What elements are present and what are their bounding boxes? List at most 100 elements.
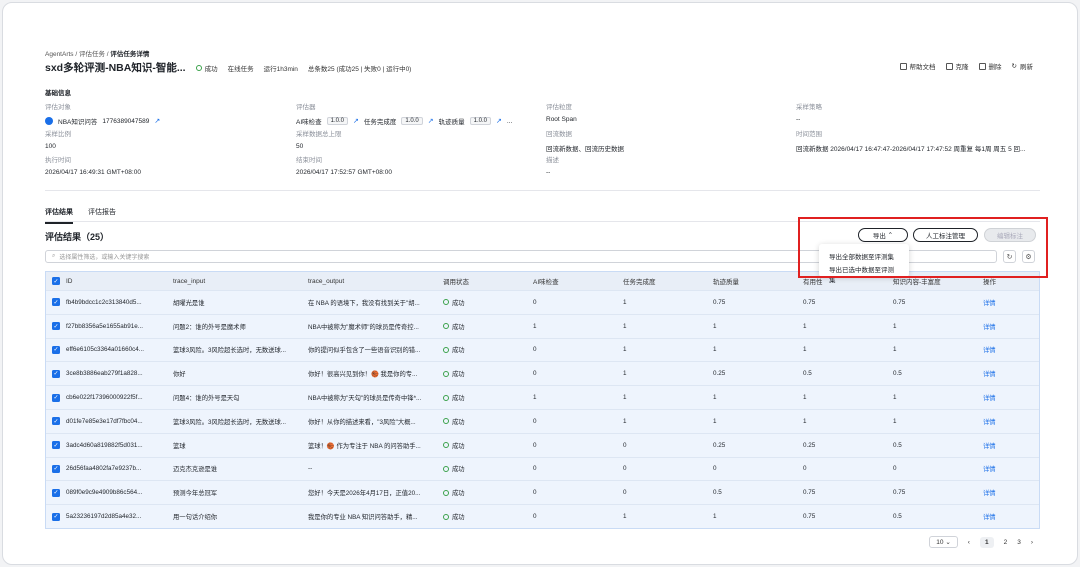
cell-id: 3ce8b3886eab279f1a828... [66,370,143,378]
cell-score: 1 [623,417,627,425]
cell-trace-input: 预测今年总冠军 [173,490,218,498]
breadcrumb-item[interactable]: 评估任务 [79,51,105,58]
breadcrumb-current: 评估任务详情 [110,51,150,58]
table-row[interactable]: ✓ 26d56faa4802fa7e9237b... 迈克杰克逊是谁 -- 成功 0 0 0 0… [46,456,1039,481]
info-granularity: 评估粒度 Root Span [546,104,577,123]
detail-link[interactable]: 详情 [977,417,1031,426]
results-title: 评估结果（25） [45,232,110,242]
success-icon [443,442,449,449]
clone-button[interactable]: 克隆 [945,61,969,71]
cell-score: 0.5 [713,489,722,497]
cell-score: 1 [713,394,717,402]
detail-link[interactable]: 详情 [977,322,1031,331]
prev-page-button[interactable]: ‹ [968,539,970,546]
page-3-button[interactable]: 3 [1017,539,1021,546]
cell-trace-input: 问题2：谁的外号是魔术师 [173,323,246,331]
detail-link[interactable]: 详情 [977,441,1031,450]
select-all-checkbox[interactable]: ✓ [52,277,60,285]
page-size-select[interactable]: 10 ⌄ [929,536,958,548]
page-2-button[interactable]: 2 [1004,539,1008,546]
success-icon [443,418,449,425]
section-title: 基础信息 [45,90,71,97]
help-doc-button[interactable]: 帮助文档 [899,61,936,71]
cell-score: 1 [623,513,627,521]
table-row[interactable]: ✓ 089f0e9c9e4909b86c564... 预测今年总冠军 您好！今天是20… [46,480,1039,505]
cell-score: 1 [713,346,717,354]
next-page-button[interactable]: › [1031,539,1033,546]
cell-score: 0 [533,298,537,306]
table-row[interactable]: ✓ cb6e022f17396000922f5f... 问题4：谁的外号是天勾 NBA… [46,385,1039,409]
external-link-icon[interactable]: ↗ [353,117,359,125]
external-link-icon[interactable]: ↗ [428,117,434,125]
cell-score: 0 [533,513,537,521]
cell-trace-output: -- [308,465,313,473]
cell-trace-output: 您好！今天是2026年4月17日，正值20... [308,490,421,498]
cell-score: 0.5 [893,370,902,378]
cell-id: fb4b9bdcc1c2c313840d5... [66,298,142,306]
column-header: trace_input [173,277,206,285]
results-table: ✓ ID trace_input trace_output 调用状态 AI味检查 … [45,271,1040,529]
table-row[interactable]: ✓ d01fe7e85e3e17df7fbc04... 篮球3风险。3风险超长选时，… [46,408,1039,433]
cell-score: 0 [533,489,537,497]
cell-status: 成功 [437,322,527,331]
info-backflow: 回流数据 回流新数据、回流历史数据 [546,131,624,153]
row-checkbox[interactable]: ✓ [52,441,60,450]
cell-status: 成功 [437,464,527,473]
cell-score: 0 [893,465,897,473]
row-checkbox[interactable]: ✓ [52,393,60,402]
detail-link[interactable]: 详情 [977,464,1031,473]
cell-trace-output: 你好！很高兴见到你！🏀 我是你的专... [308,371,418,379]
cell-score: 1 [803,322,807,330]
table-row[interactable]: ✓ 5a23236197d2d85a4e32... 用一句话介绍你 我是你的专业 NB… [46,504,1039,528]
row-checkbox[interactable]: ✓ [52,322,60,331]
cell-score: 0 [533,441,537,449]
detail-link[interactable]: 详情 [977,345,1031,354]
detail-link[interactable]: 详情 [977,369,1031,378]
column-header: 调用状态 [443,279,469,286]
table-row[interactable]: ✓ eff6e6105c3364a01660c4... 篮球3风险。3风险超长选时，… [46,337,1039,362]
cell-status: 成功 [437,393,527,402]
search-icon: ⌕ [52,253,56,259]
table-row[interactable]: ✓ 3ce8b3886eab279f1a828... 你好 你好！很高兴见到你！🏀 我… [46,361,1039,386]
cell-id: 26d56faa4802fa7e9237b... [66,465,142,473]
breadcrumb-item[interactable]: AgentArts [45,51,74,58]
row-checkbox[interactable]: ✓ [52,512,60,521]
cell-score: 0.75 [803,513,816,521]
cell-score: 1 [893,322,897,330]
info-sampling-strategy: 采样策略 -- [796,104,822,123]
delete-button[interactable]: 删除 [978,61,1002,71]
table-row[interactable]: ✓ f27bb8356a5e1655ab91e... 问题2：谁的外号是魔术师 NBA… [46,313,1039,338]
refresh-button[interactable]: ↻ 刷新 [1012,61,1033,71]
row-checkbox[interactable]: ✓ [52,369,60,378]
row-checkbox[interactable]: ✓ [52,488,60,497]
cell-score: 1 [533,394,537,402]
divider [45,190,1040,191]
column-header: 任务完成度 [623,279,656,286]
external-link-icon[interactable]: ↗ [154,117,160,125]
cell-id: cb6e022f17396000922f5f... [66,394,143,402]
detail-link[interactable]: 详情 [977,512,1031,521]
detail-link[interactable]: 详情 [977,488,1031,497]
cell-score: 0 [533,370,537,378]
row-checkbox[interactable]: ✓ [52,345,60,354]
cell-score: 1 [893,417,897,425]
detail-link[interactable]: 详情 [977,298,1031,307]
info-description: 描述 -- [546,157,559,176]
success-icon [443,513,449,520]
task-type: 在线任务 [227,65,254,73]
cell-status: 成功 [437,417,527,426]
row-checkbox[interactable]: ✓ [52,464,60,473]
cell-score: 0.75 [893,298,906,306]
cell-score: 1 [533,322,537,330]
cell-score: 0.75 [803,489,816,497]
cell-status: 成功 [437,441,527,450]
page-1-button[interactable]: 1 [979,536,994,548]
row-checkbox[interactable]: ✓ [52,417,60,426]
detail-link[interactable]: 详情 [977,393,1031,402]
row-checkbox[interactable]: ✓ [52,298,60,307]
table-row[interactable]: ✓ fb4b9bdcc1c2c313840d5... 胡曜光是谁 在 NBA 的语境下… [46,290,1039,314]
table-row[interactable]: ✓ 3adc4d60a819882f5d031... 篮球 篮球！🏀 作为专注于 NB… [46,432,1039,457]
page-title: sxd多轮评测-NBA知识-智能... [45,62,186,74]
external-link-icon[interactable]: ↗ [496,117,502,125]
cell-trace-output: NBA中被称为"魔术师"的球员是传奇控... [308,323,419,331]
